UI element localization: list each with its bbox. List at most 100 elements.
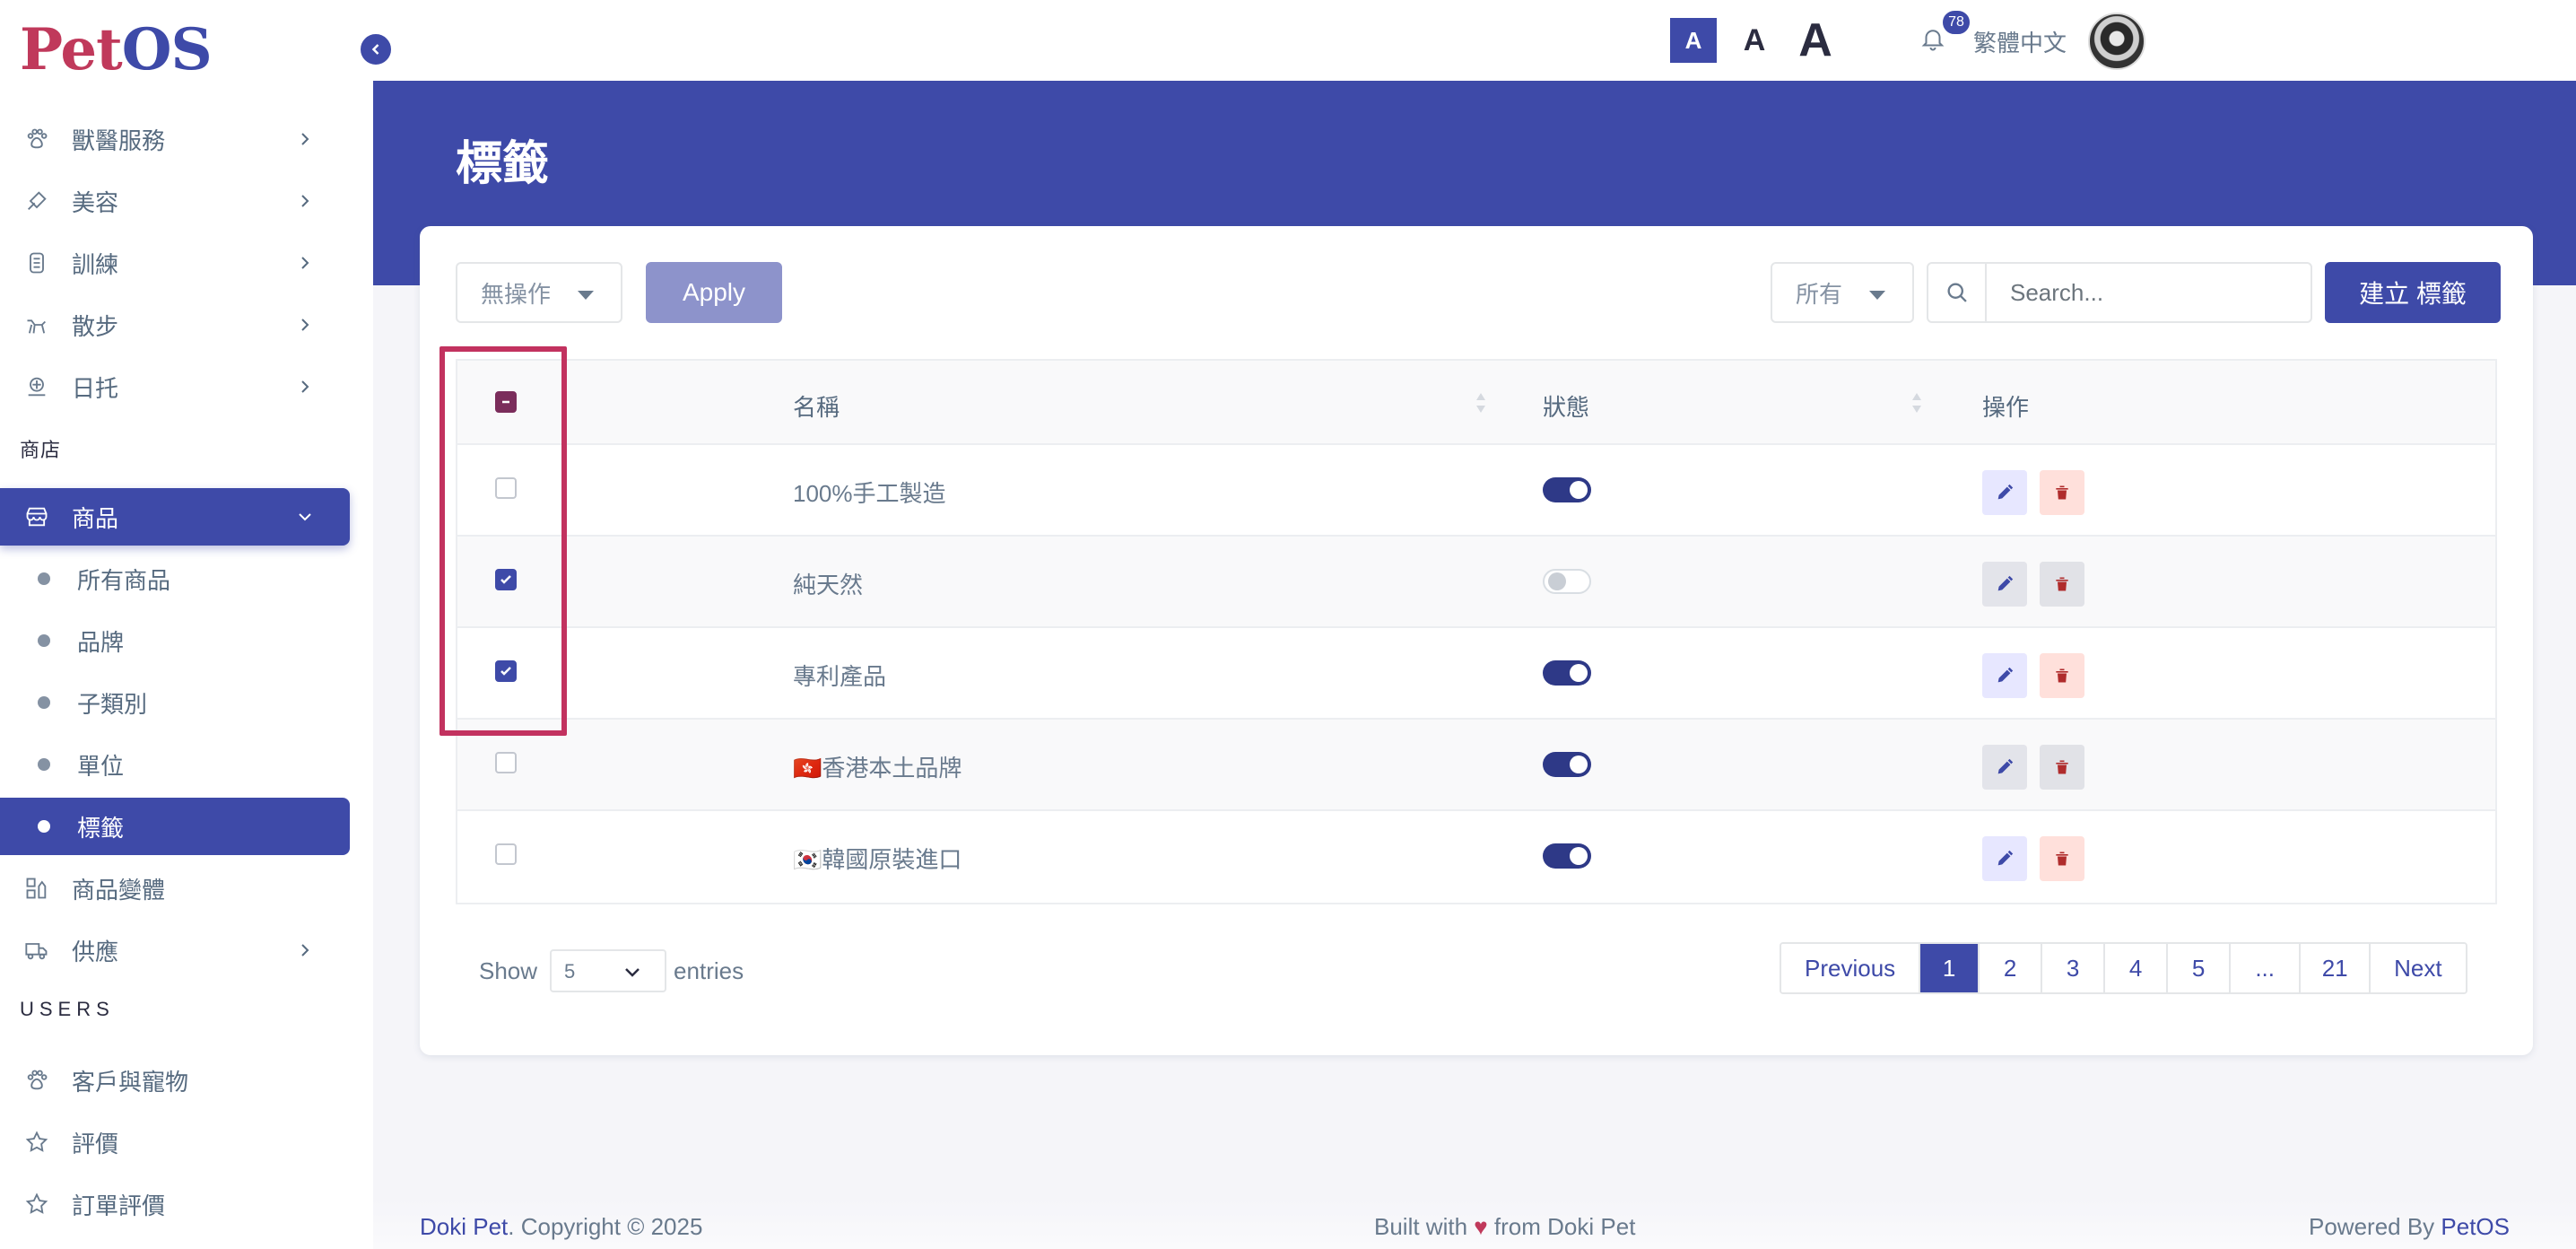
table-row: 🇰🇷韓國原裝進口	[457, 811, 2495, 903]
sidebar-item-training[interactable]: 訓練	[0, 234, 350, 292]
caret-down-icon	[578, 291, 594, 300]
apply-button[interactable]: Apply	[646, 262, 782, 323]
pagination-previous[interactable]: Previous	[1781, 944, 1921, 992]
column-header-status[interactable]: 狀態	[1543, 389, 1589, 423]
edit-button[interactable]	[1982, 470, 2027, 515]
sidebar-item-supply[interactable]: 供應	[0, 921, 350, 979]
sidebar-item-customers[interactable]: 客戶與寵物	[0, 1052, 350, 1109]
tag-name: 🇭🇰香港本土品牌	[793, 755, 962, 782]
bulk-action-select[interactable]: 無操作	[456, 262, 622, 323]
edit-button[interactable]	[1982, 745, 2027, 790]
top-navbar	[373, 0, 2576, 81]
status-filter-select[interactable]: 所有	[1771, 262, 1914, 323]
edit-button[interactable]	[1982, 836, 2027, 881]
chevron-right-icon	[301, 195, 309, 207]
sidebar-subitem-subcategories[interactable]: 子類別	[0, 674, 350, 731]
toggle-knob	[1570, 664, 1588, 682]
variants-icon	[23, 875, 50, 902]
page-title: 標籤	[456, 138, 550, 190]
row-checkbox[interactable]	[495, 843, 517, 865]
edit-button[interactable]	[1982, 653, 2027, 698]
sidebar-subitem-tags[interactable]: 標籤	[0, 798, 350, 855]
page-length-select[interactable]: 5	[550, 949, 667, 992]
pagination-next[interactable]: Next	[2371, 944, 2466, 992]
tag-name: 專利產品	[793, 663, 887, 690]
trash-icon	[2056, 485, 2068, 500]
star-icon	[23, 1191, 50, 1218]
footer-petos-link[interactable]: PetOS	[2441, 1213, 2510, 1240]
language-switcher[interactable]: 繁體中文	[1973, 25, 2067, 58]
sidebar-collapse-button[interactable]	[357, 31, 395, 68]
sidebar-item-walking[interactable]: 散步	[0, 296, 350, 354]
delete-button[interactable]	[2040, 562, 2084, 607]
font-size-medium-button[interactable]: A	[1731, 18, 1778, 63]
create-tag-button[interactable]: 建立 標籤	[2325, 262, 2501, 323]
pagination-ellipsis: ...	[2231, 944, 2302, 992]
pagination-page[interactable]: 4	[2105, 944, 2169, 992]
sidebar-item-products[interactable]: 商品	[0, 488, 350, 546]
search-input[interactable]	[1987, 266, 2311, 319]
sidebar-item-daycare[interactable]: 日托	[0, 358, 350, 415]
status-toggle[interactable]	[1543, 752, 1591, 777]
bullet-icon	[38, 820, 50, 833]
status-toggle[interactable]	[1543, 660, 1591, 686]
sidebar-item-order-reviews[interactable]: 訂單評價	[0, 1175, 350, 1233]
tag-name: 🇰🇷韓國原裝進口	[793, 846, 962, 873]
pagination-page[interactable]: 2	[1980, 944, 2043, 992]
pencil-icon	[1997, 575, 2014, 591]
notification-badge: 78	[1941, 9, 1971, 36]
paw-icon	[23, 1067, 50, 1094]
footer-copyright: Doki Pet. Copyright © 2025	[420, 1213, 703, 1240]
bullet-icon	[38, 572, 50, 585]
pagination-page[interactable]: 21	[2301, 944, 2371, 992]
delete-button[interactable]	[2040, 836, 2084, 881]
footer-brand-link[interactable]: Doki Pet	[420, 1213, 508, 1240]
delete-button[interactable]	[2040, 653, 2084, 698]
column-header-name[interactable]: 名稱	[793, 389, 840, 423]
sidebar-item-label: 訂單評價	[72, 1192, 166, 1219]
status-toggle[interactable]	[1543, 843, 1591, 869]
edit-button[interactable]	[1982, 562, 2027, 607]
toggle-knob	[1570, 756, 1588, 773]
sidebar-item-grooming[interactable]: 美容	[0, 172, 350, 230]
chevron-right-icon	[301, 133, 309, 145]
row-checkbox[interactable]	[495, 752, 517, 773]
table-row: 🇭🇰香港本土品牌	[457, 720, 2495, 811]
footer-built-with: Built with ♥ from Doki Pet	[1374, 1213, 1636, 1240]
status-toggle[interactable]	[1543, 569, 1591, 594]
brush-icon	[23, 188, 50, 214]
sort-icon[interactable]	[1475, 389, 1487, 416]
sidebar-item-reviews[interactable]: 評價	[0, 1114, 350, 1171]
trash-icon	[2056, 852, 2068, 866]
status-toggle[interactable]	[1543, 477, 1591, 502]
pagination-page[interactable]: 3	[2042, 944, 2106, 992]
search-box	[1927, 262, 2312, 323]
pagination-page[interactable]: 1	[1920, 944, 1980, 992]
caret-down-icon	[1869, 291, 1885, 300]
delete-button[interactable]	[2040, 745, 2084, 790]
star-icon	[23, 1129, 50, 1156]
pagination-page[interactable]: 5	[2168, 944, 2232, 992]
sort-icon[interactable]	[1910, 389, 1923, 416]
font-size-large-button[interactable]: A	[1790, 14, 1841, 66]
avatar[interactable]	[2088, 13, 2145, 70]
sidebar-item-label: 日托	[72, 374, 119, 402]
sidebar: PetOS 獸醫服務 美容 訓練 散步 日托 商店 商品 所有商品 品牌 子類別…	[0, 0, 373, 1249]
store-icon	[23, 503, 50, 530]
section-header-shop: 商店	[20, 439, 62, 461]
chevron-down-icon	[625, 968, 640, 977]
font-size-small-button[interactable]: A	[1670, 18, 1717, 63]
sidebar-subitem-units[interactable]: 單位	[0, 736, 350, 793]
petos-logo[interactable]: PetOS	[20, 18, 213, 83]
toggle-knob	[1548, 572, 1566, 590]
sidebar-subitem-all-products[interactable]: 所有商品	[0, 550, 350, 607]
chevron-right-icon	[301, 380, 309, 393]
footer-powered-by: Powered By PetOS	[2309, 1213, 2510, 1240]
sidebar-item-vet[interactable]: 獸醫服務	[0, 110, 350, 168]
sidebar-subitem-brands[interactable]: 品牌	[0, 612, 350, 669]
bullet-icon	[38, 634, 50, 647]
truck-icon	[23, 937, 50, 964]
sidebar-item-variants[interactable]: 商品變體	[0, 860, 350, 917]
sidebar-item-label: 商品	[72, 504, 119, 532]
delete-button[interactable]	[2040, 470, 2084, 515]
